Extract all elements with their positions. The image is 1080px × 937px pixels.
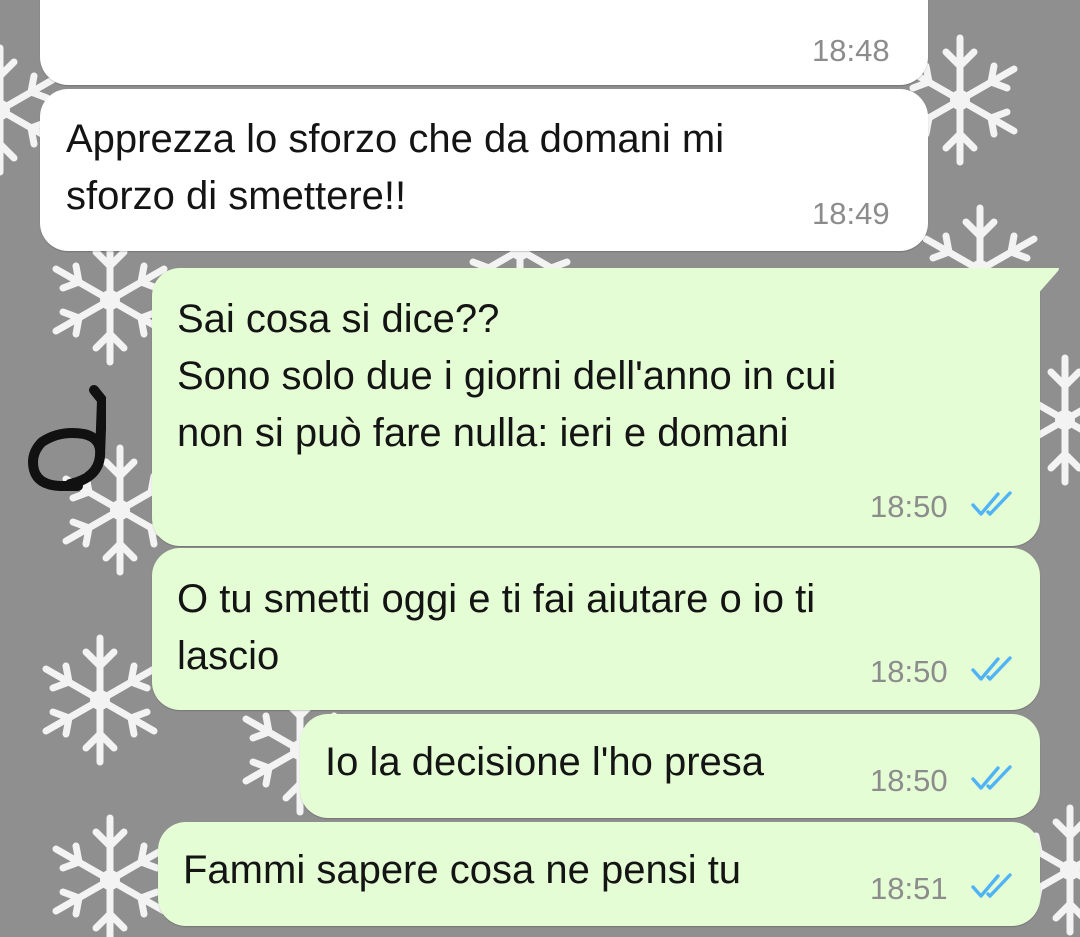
message-time: 18:50 [870, 654, 948, 689]
message-text: Apprezza lo sforzo che da domani mi sfor… [66, 117, 725, 218]
double-check-read-icon [971, 491, 1012, 516]
handwritten-annotation: 6 [28, 385, 106, 491]
message-text: Fammi sapere cosa ne pensi tu [183, 848, 742, 892]
double-check-read-icon [971, 765, 1012, 790]
message-bubble-outgoing[interactable]: Sai cosa si dice?? Sono solo due i giorn… [152, 268, 1059, 546]
message-time: 18:48 [812, 33, 890, 68]
message-time: 18:49 [812, 196, 890, 231]
message-text: Sai cosa si dice?? Sono solo due i giorn… [177, 297, 837, 455]
double-check-read-icon [971, 656, 1012, 681]
double-check-read-icon [971, 873, 1012, 898]
message-bubble-outgoing[interactable]: Io la decisione l'ho presa 18:50 [300, 714, 1040, 818]
bubble-tail [1036, 268, 1059, 296]
message-bubble-incoming[interactable]: 18:48 [40, 0, 928, 85]
message-text: Io la decisione l'ho presa [325, 740, 765, 784]
message-bubble-outgoing[interactable]: Fammi sapere cosa ne pensi tu 18:51 [158, 822, 1040, 926]
message-bubble-outgoing[interactable]: O tu smetti oggi e ti fai aiutare o io t… [152, 548, 1040, 710]
message-time: 18:50 [870, 489, 948, 524]
message-text: O tu smetti oggi e ti fai aiutare o io t… [177, 577, 816, 678]
message-time: 18:51 [870, 871, 948, 906]
message-bubble-incoming[interactable]: Apprezza lo sforzo che da domani mi sfor… [40, 89, 928, 251]
message-time: 18:50 [870, 763, 948, 798]
